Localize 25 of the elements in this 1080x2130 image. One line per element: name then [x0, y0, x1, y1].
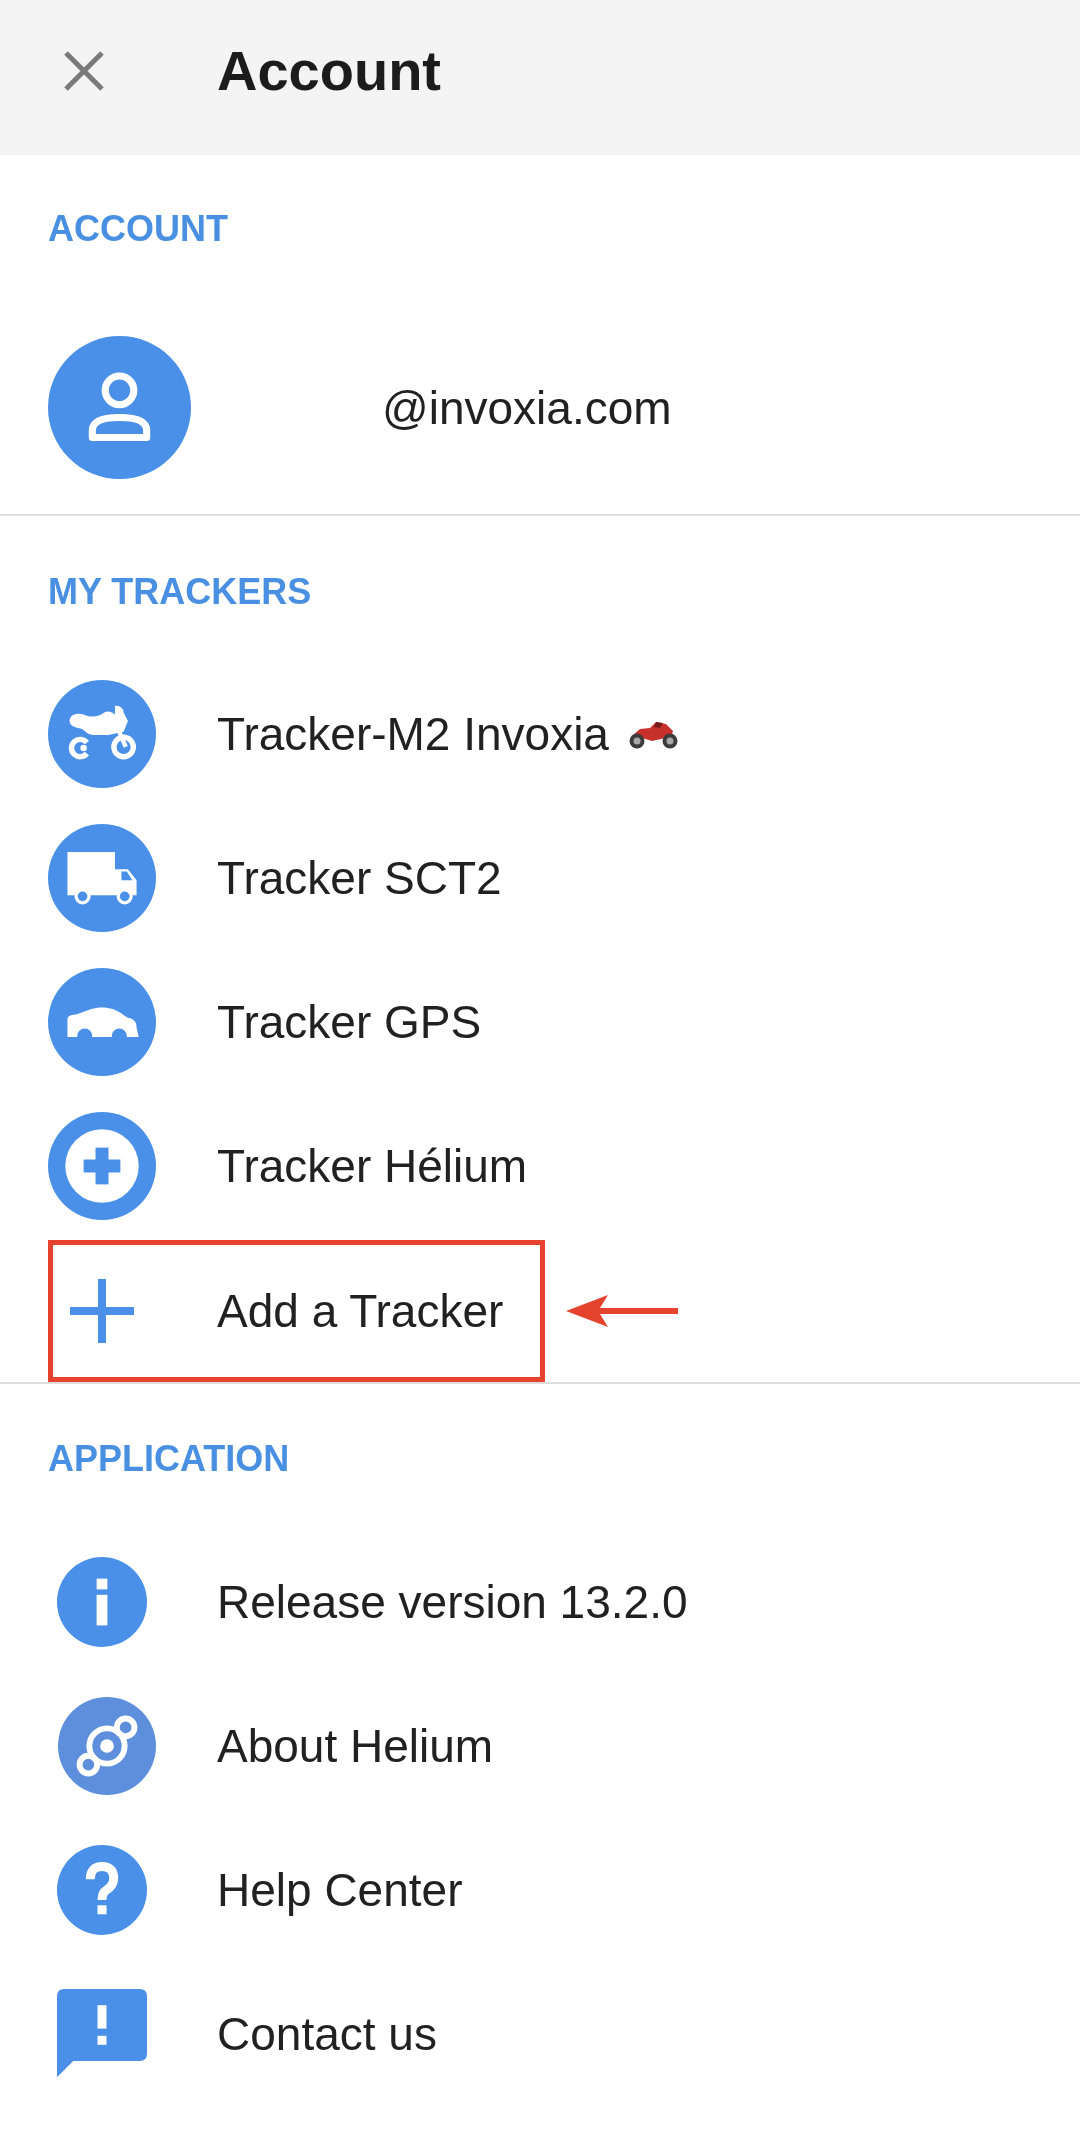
menu-item[interactable]: Release version 13.2.0 [48, 1530, 688, 1674]
person-icon [48, 336, 191, 479]
screen-title: Account [217, 37, 441, 104]
car-icon [48, 968, 156, 1076]
account-email: @invoxia.com [382, 380, 672, 435]
menu-item[interactable]: Contact us [48, 1962, 437, 2106]
info-icon [57, 1557, 147, 1647]
section-heading: APPLICATION [48, 1438, 290, 1480]
menu-item[interactable]: About Helium [48, 1674, 494, 1818]
chat-alert-icon [57, 1989, 147, 2079]
section-heading: ACCOUNT [48, 208, 228, 250]
tracker-item[interactable]: Tracker GPS [48, 950, 482, 1094]
section-heading: MY TRACKERS [48, 571, 312, 613]
tracker-item[interactable]: Tracker SCT2 [48, 806, 502, 950]
menu-item[interactable]: Help Center [48, 1818, 463, 1962]
tracker-item[interactable]: Tracker Hélium [48, 1094, 528, 1238]
tracker-item[interactable]: Tracker-M2 Invoxia [48, 662, 679, 806]
motorbike-icon [48, 680, 156, 788]
close-icon[interactable] [62, 48, 106, 93]
plus-circle-icon [48, 1112, 156, 1220]
help-icon [57, 1845, 147, 1935]
truck-icon [48, 824, 156, 932]
add-tracker-button[interactable]: Add a Tracker [70, 1279, 504, 1343]
helium-logo-icon [58, 1696, 156, 1796]
plus-icon [70, 1279, 134, 1343]
